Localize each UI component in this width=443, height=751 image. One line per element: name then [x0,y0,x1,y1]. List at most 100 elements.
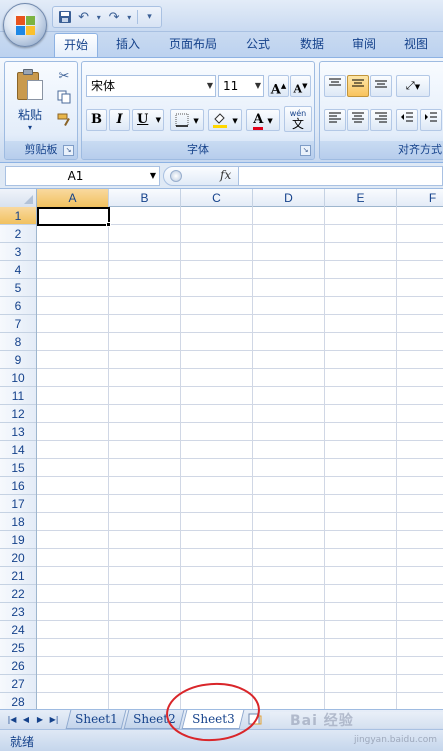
underline-button[interactable]: U ▼ [132,109,164,131]
increase-indent-icon [425,112,437,122]
align-right-button[interactable] [370,109,392,131]
insert-sheet-icon[interactable] [246,713,264,727]
title-bar: ↶ ▾ ↷ ▾ ▾ [0,0,443,32]
align-middle-button[interactable] [347,75,369,97]
row-header-22[interactable]: 22 [0,585,36,603]
row-header-20[interactable]: 20 [0,549,36,567]
row-header-26[interactable]: 26 [0,657,36,675]
row-header-8[interactable]: 8 [0,333,36,351]
redo-dropdown-icon[interactable]: ▾ [126,9,134,25]
row-header-14[interactable]: 14 [0,441,36,459]
row-header-10[interactable]: 10 [0,369,36,387]
row-header-17[interactable]: 17 [0,495,36,513]
row-header-5[interactable]: 5 [0,279,36,297]
sheet-tab-3[interactable]: Sheet3 [181,710,245,729]
column-header-e[interactable]: E [325,189,397,207]
prev-sheet-icon[interactable]: ◀ [20,713,32,727]
fill-handle[interactable] [106,222,111,227]
tab-review[interactable]: 审阅 [342,33,386,57]
office-button[interactable] [3,3,47,47]
fill-color-button[interactable]: ▼ [208,109,242,131]
row-header-11[interactable]: 11 [0,387,36,405]
insert-function-icon[interactable]: fx [220,168,231,182]
paste-dropdown-icon[interactable]: ▾ [11,123,49,132]
row-header-23[interactable]: 23 [0,603,36,621]
format-painter-icon[interactable] [55,112,73,130]
row-header-19[interactable]: 19 [0,531,36,549]
customize-qat-icon[interactable]: ▾ [142,9,157,25]
align-top-button[interactable] [324,75,346,97]
next-sheet-icon[interactable]: ▶ [34,713,46,727]
shrink-font-button[interactable]: A▼ [290,75,311,97]
increase-indent-button[interactable] [420,109,442,131]
save-icon[interactable] [57,9,72,25]
row-header-15[interactable]: 15 [0,459,36,477]
row-header-27[interactable]: 27 [0,675,36,693]
name-box[interactable]: A1 ▼ [5,166,160,186]
row-header-4[interactable]: 4 [0,261,36,279]
copy-icon[interactable] [55,90,73,108]
last-sheet-icon[interactable]: ▶| [48,713,60,727]
column-header-b[interactable]: B [109,189,181,207]
row-header-18[interactable]: 18 [0,513,36,531]
sheet-tab-2[interactable]: Sheet2 [123,710,185,729]
row-header-24[interactable]: 24 [0,621,36,639]
alignment-group: ⤢▼ 对齐方式 [319,61,443,160]
clipboard-dialog-launcher-icon[interactable]: ↘ [63,145,74,156]
orientation-button[interactable]: ⤢▼ [396,75,430,97]
italic-button[interactable]: I [109,109,130,131]
row-header-9[interactable]: 9 [0,351,36,369]
tab-insert[interactable]: 插入 [106,33,150,57]
column-header-d[interactable]: D [253,189,325,207]
row-header-3[interactable]: 3 [0,243,36,261]
font-group: 宋体 ▼ 11 ▼ A▲ A▼ B I U ▼ ▼ ▼ A ▼ wén 文 字体 … [81,61,315,160]
undo-dropdown-icon[interactable]: ▾ [95,9,103,25]
font-size-combo[interactable]: 11 ▼ [218,75,264,97]
row-header-2[interactable]: 2 [0,225,36,243]
tab-view[interactable]: 视图 [394,33,438,57]
sheet-tab-1[interactable]: Sheet1 [65,710,127,729]
formula-input[interactable] [239,166,443,186]
resize-grip-icon[interactable] [170,170,182,182]
align-left-button[interactable] [324,109,346,131]
font-color-icon: A [253,113,264,130]
tab-formulas[interactable]: 公式 [236,33,280,57]
column-header-a[interactable]: A [37,189,109,207]
bold-button[interactable]: B [86,109,107,131]
font-dialog-launcher-icon[interactable]: ↘ [300,145,311,156]
align-center-button[interactable] [347,109,369,131]
row-header-1[interactable]: 1 [0,207,36,225]
row-header-16[interactable]: 16 [0,477,36,495]
font-color-button[interactable]: A ▼ [246,109,280,131]
orientation-icon: ⤢ [405,79,415,92]
tab-page-layout[interactable]: 页面布局 [160,33,226,57]
align-bottom-icon [375,80,387,88]
tab-home[interactable]: 开始 [54,33,98,57]
active-cell[interactable] [37,207,110,226]
tab-data[interactable]: 数据 [290,33,334,57]
cells-area[interactable] [37,207,443,709]
undo-icon[interactable]: ↶ [76,9,91,25]
row-header-13[interactable]: 13 [0,423,36,441]
column-header-c[interactable]: C [181,189,253,207]
phonetic-guide-button[interactable]: wén 文 [284,106,312,132]
chevron-down-icon[interactable]: ▼ [150,167,156,185]
row-header-21[interactable]: 21 [0,567,36,585]
row-header-6[interactable]: 6 [0,297,36,315]
font-name-combo[interactable]: 宋体 ▼ [86,75,216,97]
row-header-28[interactable]: 28 [0,693,36,709]
align-bottom-button[interactable] [370,75,392,97]
grow-font-button[interactable]: A▲ [268,75,289,97]
cut-icon[interactable]: ✂ [55,68,73,86]
row-header-7[interactable]: 7 [0,315,36,333]
decrease-indent-button[interactable] [396,109,418,131]
redo-icon[interactable]: ↷ [107,9,122,25]
borders-button[interactable]: ▼ [170,109,204,131]
column-header-f[interactable]: F [397,189,443,207]
row-header-25[interactable]: 25 [0,639,36,657]
select-all-button[interactable] [0,189,37,207]
first-sheet-icon[interactable]: |◀ [6,713,18,727]
align-top-icon [329,78,341,86]
paste-button[interactable]: 粘贴 ▾ [11,66,49,136]
row-header-12[interactable]: 12 [0,405,36,423]
